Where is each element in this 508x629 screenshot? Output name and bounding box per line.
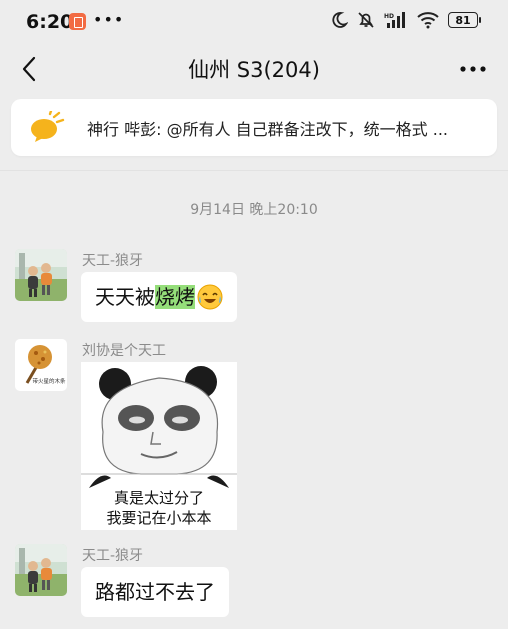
avatar[interactable]: 带火星的木条: [15, 339, 67, 391]
sticker-caption-line2: 我要记在小本本: [106, 509, 212, 527]
message-timestamp: 9月14日 晚上20:10: [190, 202, 318, 218]
status-bar: 6:20 ••• HD 81: [0, 0, 508, 44]
svg-text:HD: HD: [384, 13, 394, 20]
app-notification-icon: [69, 13, 86, 30]
group-notice[interactable]: 神行 哔彭: @所有人 自己群备注改下，统一格式 ...: [11, 99, 497, 156]
message-text: 路都过不去了: [95, 580, 215, 604]
avatar-image: [15, 249, 67, 301]
nav-bar: 仙州 S3(204): [0, 44, 508, 94]
message-bubble[interactable]: 天天被烧烤: [81, 272, 237, 322]
battery-level: 81: [455, 13, 471, 27]
muted-bell-icon: [358, 12, 374, 28]
chat-title: 仙州 S3(204): [188, 58, 320, 82]
highlighted-keyword[interactable]: 烧烤: [155, 285, 195, 309]
sender-name: 天工-狼牙: [82, 253, 144, 269]
message-bubble[interactable]: 路都过不去了: [81, 567, 229, 617]
megaphone-icon: [31, 111, 65, 142]
sender-name: 天工-狼牙: [82, 548, 144, 564]
sticker-image[interactable]: 真是太过分了 我要记在小本本: [81, 362, 237, 530]
wifi-icon: [417, 12, 439, 29]
crying-laughing-emoji: [197, 284, 223, 309]
notification-dots: •••: [93, 10, 125, 29]
notice-text: 神行 哔彭: @所有人 自己群备注改下，统一格式 ...: [87, 120, 448, 139]
avatar-image: [15, 544, 67, 596]
message-text: 天天被: [95, 285, 155, 309]
status-icons: HD 81: [330, 11, 481, 29]
moon-icon: [332, 12, 348, 28]
signal-icon: HD: [384, 12, 405, 28]
battery-icon: 81: [448, 12, 481, 28]
avatar-caption: 带火星的木条: [32, 377, 66, 385]
avatar-image: 带火星的木条: [15, 339, 67, 391]
avatar[interactable]: [15, 249, 67, 301]
status-time: 6:20: [26, 11, 74, 33]
sticker-caption-line1: 真是太过分了: [113, 489, 204, 507]
avatar[interactable]: [15, 544, 67, 596]
more-icon: [460, 66, 486, 72]
divider: [0, 170, 508, 171]
more-button[interactable]: [456, 54, 490, 84]
sender-name: 刘协是个天工: [82, 343, 166, 359]
